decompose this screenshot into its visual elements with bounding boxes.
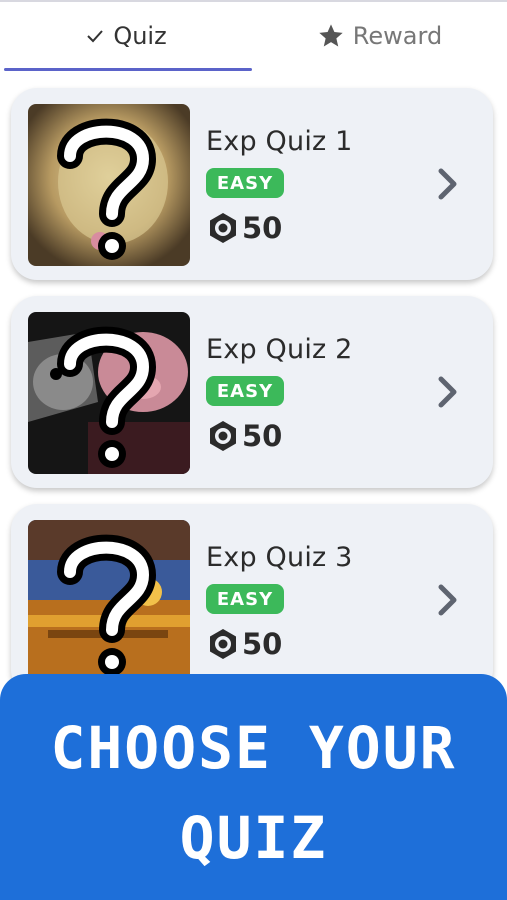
reward-amount: 50 [242,627,283,661]
quiz-title: Exp Quiz 1 [206,126,353,157]
quiz-title: Exp Quiz 2 [206,334,353,365]
reward-amount: 50 [242,419,283,453]
tab-reward[interactable]: Reward [252,2,507,70]
quiz-title: Exp Quiz 3 [206,542,353,573]
quiz-card-2[interactable]: Exp Quiz 2 EASY 50 [11,296,493,488]
coin-icon [210,213,236,243]
tab-reward-label: Reward [352,22,443,50]
quiz-thumbnail [28,104,190,266]
banner-headline-line-1: CHOOSE YOUR [50,714,457,782]
tab-quiz[interactable]: Quiz [0,2,252,70]
check-icon [85,26,105,46]
star-icon [317,22,345,50]
difficulty-badge: EASY [206,168,284,198]
difficulty-badge: EASY [206,376,284,406]
coin-icon [210,421,236,451]
difficulty-badge: EASY [206,584,284,614]
active-tab-indicator [4,68,252,71]
quiz-card-3[interactable]: Exp Quiz 3 EASY 50 [11,504,493,696]
tab-quiz-label: Quiz [113,22,167,50]
tab-bar: Quiz Reward [0,2,507,71]
promo-banner: CHOOSE YOUR QUIZ [0,674,507,900]
quiz-reward: 50 [206,211,282,245]
banner-headline-line-2: QUIZ [179,804,328,872]
quiz-reward: 50 [206,419,282,453]
chevron-right-icon[interactable] [436,374,460,410]
reward-amount: 50 [242,211,283,245]
quiz-reward: 50 [206,627,282,661]
chevron-right-icon[interactable] [436,582,460,618]
chevron-right-icon[interactable] [436,166,460,202]
quiz-thumbnail [28,312,190,474]
quiz-card-1[interactable]: Exp Quiz 1 EASY 50 [11,88,493,280]
quiz-thumbnail [28,520,190,682]
coin-icon [210,629,236,659]
